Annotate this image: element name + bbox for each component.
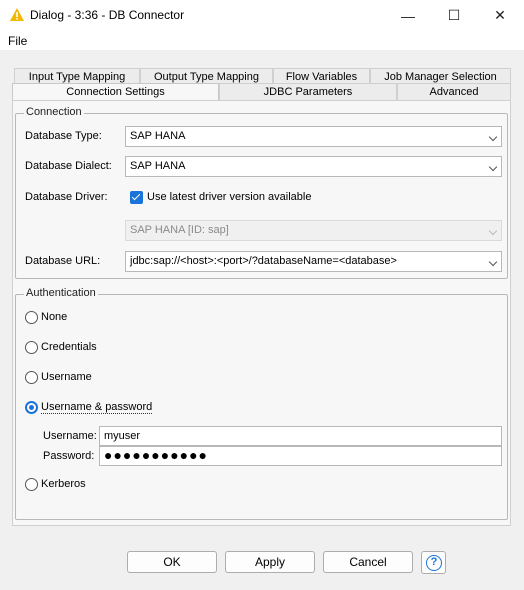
- database-dialect-label: Database Dialect:: [25, 160, 112, 172]
- database-url-label: Database URL:: [25, 255, 101, 267]
- auth-username-password-label[interactable]: Username & password: [41, 401, 153, 414]
- title-bar: Dialog - 3:36 - DB Connector — ☐ ✕: [0, 0, 524, 31]
- tab-row-2: Connection Settings JDBC Parameters Adva…: [12, 83, 511, 101]
- knime-warning-icon: [10, 8, 24, 21]
- chevron-down-icon: [488, 257, 498, 267]
- auth-credentials-label[interactable]: Credentials: [41, 341, 97, 353]
- minimize-button[interactable]: —: [385, 0, 431, 31]
- database-type-value: SAP HANA: [130, 130, 186, 142]
- username-field[interactable]: myuser: [99, 426, 502, 446]
- username-label: Username:: [43, 430, 97, 442]
- apply-button[interactable]: Apply: [225, 551, 315, 573]
- auth-none-label[interactable]: None: [41, 311, 67, 323]
- latest-driver-label[interactable]: Use latest driver version available: [147, 191, 311, 203]
- help-icon: ?: [426, 555, 442, 571]
- close-button[interactable]: ✕: [477, 0, 523, 31]
- database-driver-label: Database Driver:: [25, 191, 108, 203]
- database-type-select[interactable]: SAP HANA: [125, 126, 502, 147]
- database-url-select[interactable]: jdbc:sap://<host>:<port>/?databaseName=<…: [125, 251, 502, 272]
- chevron-down-icon: [488, 132, 498, 142]
- auth-username-radio[interactable]: [25, 371, 38, 384]
- auth-username-label[interactable]: Username: [41, 371, 92, 383]
- help-button[interactable]: ?: [421, 551, 446, 574]
- window-title: Dialog - 3:36 - DB Connector: [30, 8, 185, 22]
- database-driver-value: SAP HANA [ID: sap]: [130, 224, 229, 236]
- auth-kerberos-radio[interactable]: [25, 478, 38, 491]
- chevron-down-icon: [488, 162, 498, 172]
- ok-button[interactable]: OK: [127, 551, 217, 573]
- auth-username-password-radio[interactable]: [25, 401, 38, 414]
- maximize-button[interactable]: ☐: [431, 0, 477, 31]
- latest-driver-checkbox[interactable]: [130, 191, 143, 204]
- authentication-legend: Authentication: [24, 287, 98, 299]
- database-url-value: jdbc:sap://<host>:<port>/?databaseName=<…: [130, 255, 397, 267]
- connection-legend: Connection: [24, 106, 84, 118]
- menu-bar: File: [0, 31, 524, 50]
- auth-kerberos-label[interactable]: Kerberos: [41, 478, 86, 490]
- password-label: Password:: [43, 450, 95, 462]
- auth-none-radio[interactable]: [25, 311, 38, 324]
- database-dialect-select[interactable]: SAP HANA: [125, 156, 502, 177]
- tab-advanced[interactable]: Advanced: [397, 83, 511, 101]
- tab-connection-settings[interactable]: Connection Settings: [12, 83, 219, 101]
- menu-file[interactable]: File: [8, 34, 27, 48]
- tab-jdbc-parameters[interactable]: JDBC Parameters: [219, 83, 397, 101]
- chevron-down-icon: [488, 226, 498, 236]
- database-dialect-value: SAP HANA: [130, 160, 186, 172]
- database-type-label: Database Type:: [25, 130, 102, 142]
- database-driver-select: SAP HANA [ID: sap]: [125, 220, 502, 241]
- auth-credentials-radio[interactable]: [25, 341, 38, 354]
- password-field[interactable]: ●●●●●●●●●●●: [99, 446, 502, 466]
- cancel-button[interactable]: Cancel: [323, 551, 413, 573]
